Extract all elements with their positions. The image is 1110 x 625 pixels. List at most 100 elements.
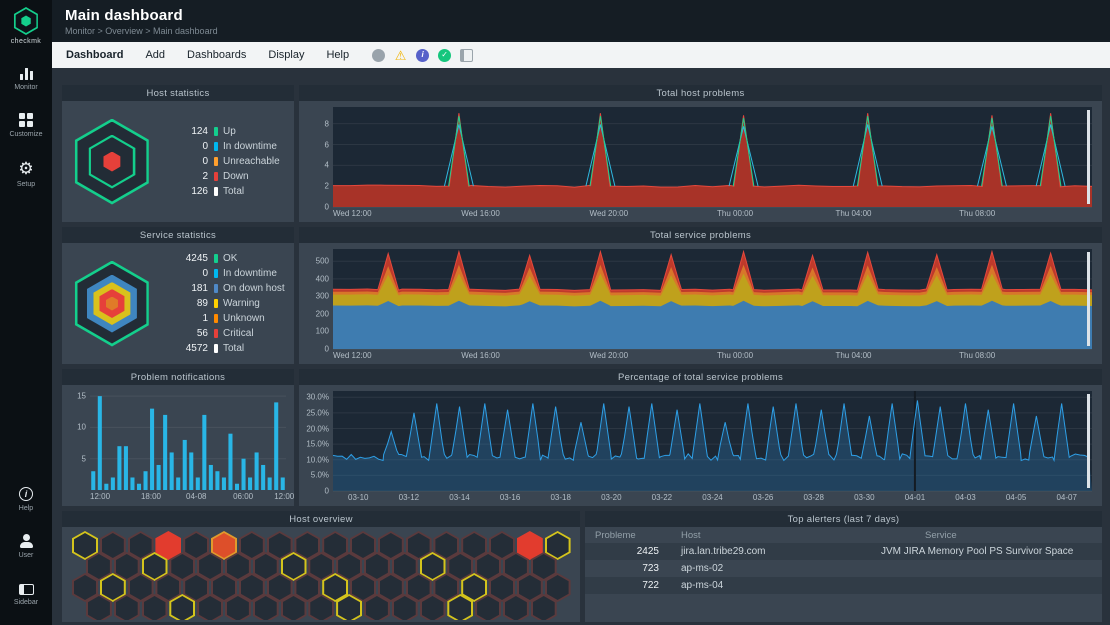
host-stat-row[interactable]: 2Down: [162, 170, 286, 183]
y-axis-label: 0: [325, 487, 329, 496]
menu-item-add[interactable]: Add: [134, 42, 176, 68]
stat-value: 126: [162, 186, 208, 197]
sidebar-item-customize[interactable]: Customize: [0, 113, 52, 138]
main-sidebar: checkmk Monitor Customize ⚙Setup iHelp User…: [0, 0, 52, 625]
panel-title: Top alerters (last 7 days): [585, 511, 1102, 527]
x-axis-label: 03-22: [652, 493, 672, 502]
host-stat-row[interactable]: 0In downtime: [162, 140, 286, 153]
host-statistics-body: 124Up 0In downtime 0Unreachable 2Down 126Tot…: [62, 101, 294, 222]
host-state-hexagon[interactable]: [62, 101, 162, 222]
x-axis-label: Wed 20:00: [590, 209, 629, 218]
checkmk-app: checkmk MonitorCustomize⚙Setup iHelpUser…: [0, 0, 1110, 625]
x-axis-label: 06:00: [233, 492, 253, 501]
service-stat-row[interactable]: 181 On down host: [162, 282, 286, 295]
y-axis-label: 500: [316, 257, 329, 266]
breadcrumb[interactable]: Monitor > Overview > Main dashboard: [65, 26, 1110, 36]
stat-label: In downtime: [223, 268, 277, 279]
problem-notifications-chart[interactable]: 5101512:0018:0004-0806:0012:00: [90, 393, 286, 490]
stat-color-chip: [214, 344, 218, 353]
x-axis-label: 03-10: [348, 493, 368, 502]
host-stat-row[interactable]: 124Up: [162, 125, 286, 138]
panel-title: Problem notifications: [62, 369, 294, 385]
stat-value: 0: [162, 156, 208, 167]
y-axis-label: 0: [325, 345, 329, 354]
x-axis-label: 04-01: [905, 493, 925, 502]
stat-label: On down host: [223, 283, 285, 294]
menu-item-dashboards[interactable]: Dashboards: [176, 42, 257, 68]
stat-value: 56: [162, 328, 208, 339]
alerter-problems: 722: [585, 580, 673, 591]
x-axis-label: 04-05: [1006, 493, 1026, 502]
problem-notifications-body: 5101512:0018:0004-0806:0012:00: [62, 385, 294, 506]
alerter-host: ap-ms-04: [673, 580, 873, 591]
sidebar-item-label: User: [19, 552, 34, 559]
panel-icon[interactable]: [460, 49, 473, 62]
x-axis-label: 03-30: [854, 493, 874, 502]
x-axis-label: Wed 12:00: [333, 351, 372, 360]
x-axis-label: Thu 00:00: [717, 351, 753, 360]
x-axis-label: 12:00: [90, 492, 110, 501]
stat-color-chip: [214, 142, 218, 151]
y-axis-label: 400: [316, 274, 329, 283]
panel-service-problem-percentage: Percentage of total service problems 05.…: [299, 369, 1102, 506]
y-axis-label: 0: [325, 203, 329, 212]
alerter-row[interactable]: 723ap-ms-02: [585, 560, 1102, 577]
help-icon: i: [19, 487, 33, 501]
host-stat-row[interactable]: 0Unreachable: [162, 155, 286, 168]
panel-title: Total host problems: [299, 85, 1102, 101]
stat-label: Warning: [223, 298, 260, 309]
service-stat-row[interactable]: 4245OK: [162, 252, 286, 265]
stat-color-chip: [214, 172, 218, 181]
host-stat-row[interactable]: 126Total: [162, 185, 286, 198]
page-title: Main dashboard: [65, 7, 1110, 24]
now-marker: [1087, 394, 1090, 488]
panel-total-service-problems: Total service problems 0100200300400500W…: [299, 227, 1102, 364]
panel-problem-notifications: Problem notifications 5101512:0018:0004-…: [62, 369, 294, 506]
user-icon: [20, 534, 33, 548]
service-stat-row[interactable]: 0In downtime: [162, 267, 286, 280]
service-statistics-body: 4245OK 0In downtime 181 On down host 89Warni…: [62, 243, 294, 364]
total-host-problems-chart[interactable]: 02468Wed 12:00Wed 16:00Wed 20:00Thu 00:0…: [333, 107, 1092, 207]
menu-item-dashboard[interactable]: Dashboard: [55, 42, 134, 68]
service-problem-percentage-body: 05.0%10.0%15.0%20.0%25.0%30.0%03-1003-12…: [299, 385, 1102, 506]
alerter-problems: 723: [585, 563, 673, 574]
sidebar-nav: Monitor Customize ⚙Setup: [0, 55, 52, 199]
service-stat-row[interactable]: 1Unknown: [162, 312, 286, 325]
service-stat-row[interactable]: 4572Total: [162, 342, 286, 355]
warning-triangle-icon[interactable]: ⚠: [394, 49, 407, 62]
sidebar-item-monitor[interactable]: Monitor: [0, 66, 52, 91]
service-state-hexagon[interactable]: [62, 243, 162, 364]
service-stat-row[interactable]: 56 Critical: [162, 327, 286, 340]
info-circle-icon[interactable]: i: [416, 49, 429, 62]
stat-color-chip: [214, 329, 218, 338]
stat-label: Unknown: [223, 313, 265, 324]
y-axis-label: 100: [316, 327, 329, 336]
menu-item-help[interactable]: Help: [315, 42, 360, 68]
sidebar-item-user[interactable]: User: [0, 534, 52, 559]
top-alerters-table: ProblemeHostService2425jira.lan.tribe29.…: [585, 527, 1102, 622]
stat-value: 4245: [162, 253, 208, 264]
y-axis-label: 10: [77, 423, 86, 432]
service-problem-percentage-chart[interactable]: 05.0%10.0%15.0%20.0%25.0%30.0%03-1003-12…: [333, 391, 1092, 491]
sidebar-item-help[interactable]: iHelp: [0, 487, 52, 512]
sidebar-bottom-nav: iHelp User Sidebar: [0, 476, 52, 617]
sidebar-icon: [19, 581, 34, 595]
x-axis-label: Thu 04:00: [835, 351, 871, 360]
x-axis-label: Thu 00:00: [717, 209, 753, 218]
alerter-row[interactable]: 2425jira.lan.tribe29.comJVM JIRA Memory …: [585, 543, 1102, 560]
alerter-row[interactable]: 722ap-ms-04: [585, 577, 1102, 594]
stat-value: 181: [162, 283, 208, 294]
sidebar-item-setup[interactable]: ⚙Setup: [0, 160, 52, 188]
gray-circle-icon[interactable]: [372, 49, 385, 62]
sidebar-item-sidebar[interactable]: Sidebar: [0, 581, 52, 606]
checkmk-logo[interactable]: checkmk: [11, 6, 41, 45]
x-axis-label: 03-12: [399, 493, 419, 502]
panel-host-statistics: Host statistics 124Up0In downtime0Unreac…: [62, 85, 294, 222]
service-stat-row[interactable]: 89Warning: [162, 297, 286, 310]
menu-item-display[interactable]: Display: [257, 42, 315, 68]
stat-value: 124: [162, 126, 208, 137]
total-service-problems-chart[interactable]: 0100200300400500Wed 12:00Wed 16:00Wed 20…: [333, 249, 1092, 349]
stat-label: Critical: [223, 328, 254, 339]
ok-circle-icon[interactable]: ✓: [438, 49, 451, 62]
y-axis-label: 20.0%: [306, 424, 329, 433]
